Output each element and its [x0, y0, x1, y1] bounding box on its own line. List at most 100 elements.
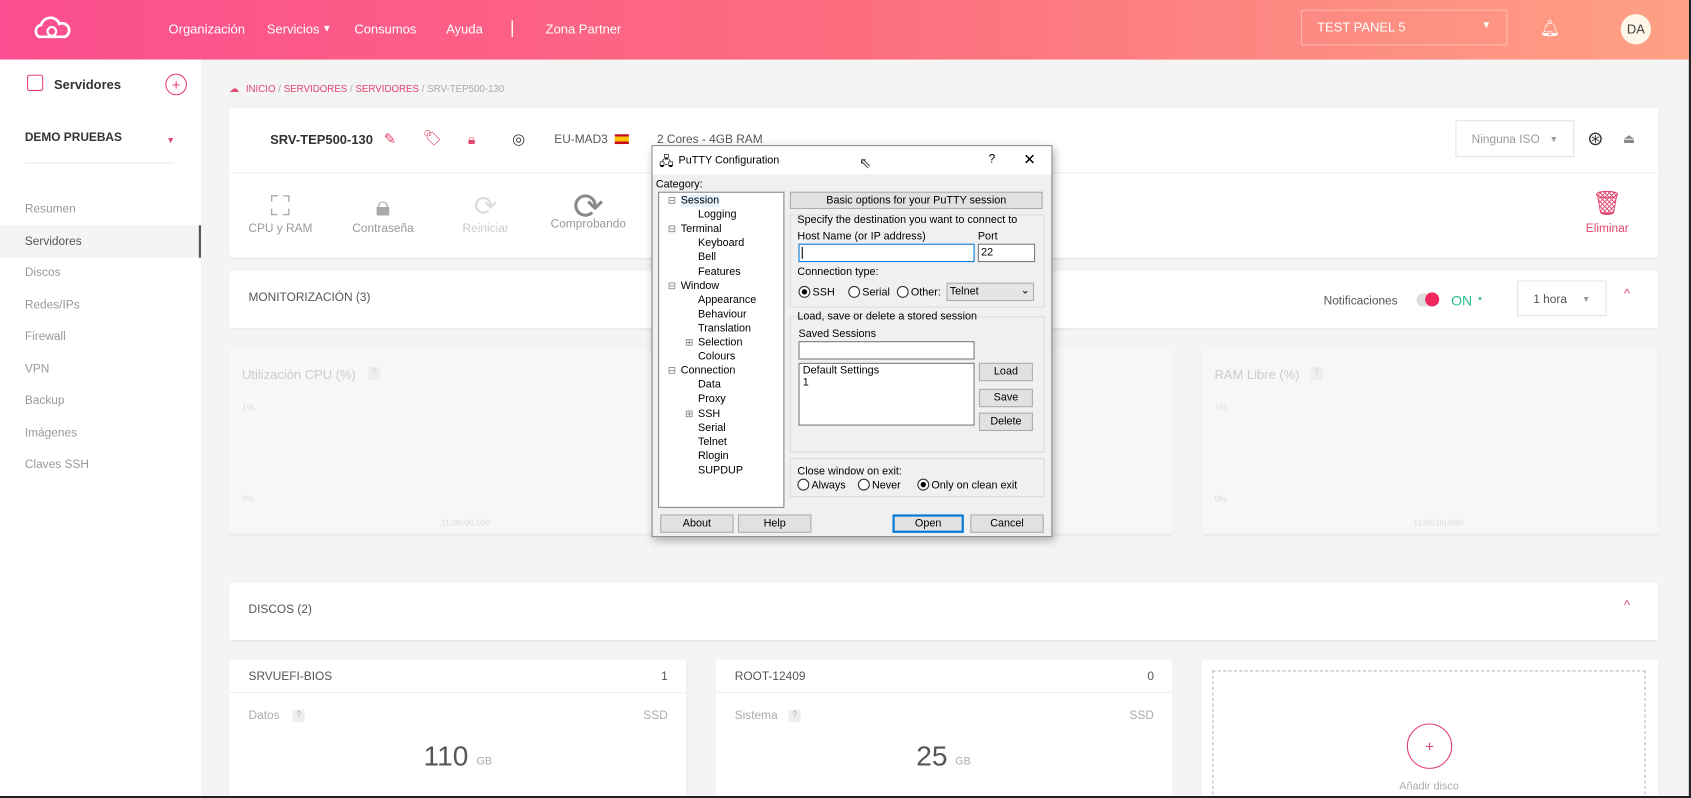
tree-item[interactable]: Connection [681, 365, 736, 377]
radio-clean-exit[interactable]: Only on clean exit [917, 478, 1017, 492]
tree-item[interactable]: Logging [698, 209, 736, 221]
radio-serial[interactable]: Serial [848, 285, 890, 299]
close-icon[interactable]: ✕ [1023, 151, 1036, 169]
tree-item[interactable]: SSH [698, 408, 720, 420]
edit-icon[interactable]: ✎ [384, 130, 397, 148]
tree-item[interactable]: Terminal [681, 223, 722, 235]
protocol-select[interactable]: Telnet ⌄ [946, 282, 1035, 302]
delete-button[interactable]: Delete [978, 412, 1033, 432]
sidebar-item-servidores[interactable]: Servidores [25, 235, 82, 248]
tree-item[interactable]: Telnet [698, 436, 727, 448]
tree-item[interactable]: Window [681, 280, 719, 292]
tree-item[interactable]: Session [680, 194, 720, 207]
help-icon[interactable]: ? [1310, 367, 1323, 381]
sidebar-item-imagenes[interactable]: Imágenes [25, 427, 77, 440]
nav-organizacion[interactable]: Organización [169, 22, 245, 37]
session-item[interactable]: 1 [803, 377, 970, 389]
sessions-group-label: Load, save or delete a stored session [797, 310, 978, 323]
sidebar-item-discos[interactable]: Discos [25, 266, 61, 279]
help-icon[interactable]: ? [788, 709, 801, 723]
tree-item[interactable]: Colours [698, 351, 735, 363]
chevron-down-icon: ▼ [1481, 19, 1492, 31]
cloud-logo-icon[interactable] [30, 15, 73, 41]
password-button[interactable]: 🔒︎ Contraseña [332, 190, 435, 235]
radio-other[interactable]: Other: [896, 285, 941, 299]
add-disk-icon[interactable]: + [1406, 723, 1453, 769]
session-item[interactable]: Default Settings [803, 365, 970, 377]
breadcrumb-servidores-2[interactable]: SERVIDORES [355, 83, 419, 94]
putty-titlebar[interactable]: 🖧 PuTTY Configuration ? ✕ [652, 146, 1052, 175]
saved-session-input[interactable] [798, 341, 975, 360]
nav-zona-partner[interactable]: Zona Partner [546, 22, 622, 37]
port-input[interactable]: 22 [977, 243, 1036, 263]
delete-button[interactable]: 🗑︎ Eliminar [1556, 190, 1659, 235]
sidebar-item-firewall[interactable]: Firewall [25, 330, 66, 343]
nav-consumos[interactable]: Consumos [354, 22, 416, 37]
tag-icon[interactable]: 🏷︎ [422, 129, 441, 147]
lock-icon[interactable]: 🔒︎ [468, 131, 475, 148]
radio-always[interactable]: Always [797, 478, 846, 492]
tree-item[interactable]: Translation [698, 323, 751, 335]
restart-button[interactable]: ⟳ Reiniciar [434, 190, 537, 235]
breadcrumb-servidores[interactable]: SERVIDORES [284, 83, 348, 94]
tool-label: Reiniciar [462, 222, 509, 236]
tree-item[interactable]: Features [698, 266, 741, 278]
collapse-node-icon[interactable]: ⊟ [668, 365, 676, 377]
tree-item[interactable]: Appearance [698, 294, 756, 306]
collapse-node-icon[interactable]: ⊟ [668, 280, 676, 292]
host-input[interactable] [798, 243, 975, 263]
chart-title: RAM Libre (%) [1214, 367, 1300, 383]
panel-selector[interactable]: TEST PANEL 5 ▼ [1300, 9, 1508, 46]
tree-item[interactable]: Selection [698, 337, 742, 349]
about-button[interactable]: About [660, 514, 734, 533]
iso-select[interactable]: Ninguna ISO ▼ [1455, 120, 1575, 158]
expand-node-icon[interactable]: ⊞ [685, 408, 693, 420]
tree-item[interactable]: Keyboard [698, 237, 744, 249]
checking-button[interactable]: ⟳ Comprobando [537, 186, 640, 230]
tree-item[interactable]: Serial [698, 422, 726, 434]
tree-item[interactable]: Behaviour [698, 308, 747, 320]
sidebar-item-claves-ssh[interactable]: Claves SSH [25, 458, 89, 471]
help-button[interactable]: Help [737, 514, 812, 533]
collapse-chevron-icon[interactable]: ^ [1624, 598, 1630, 613]
help-icon[interactable]: ? [292, 709, 305, 723]
add-disk-card[interactable]: + Añadir disco [1201, 659, 1659, 797]
tree-item[interactable]: SUPDUP [698, 464, 743, 476]
collapse-node-icon[interactable]: ⊟ [668, 223, 676, 235]
tree-item[interactable]: Proxy [698, 394, 726, 406]
tree-item[interactable]: Data [698, 379, 721, 391]
ubuntu-icon: ◎ [512, 129, 526, 148]
sessions-list[interactable]: Default Settings 1 [798, 362, 975, 426]
expand-node-icon[interactable]: ⊞ [685, 337, 693, 349]
cancel-button[interactable]: Cancel [970, 514, 1044, 533]
sidebar-item-redes[interactable]: Redes/IPs [25, 299, 80, 312]
range-select[interactable]: 1 hora ▼ [1517, 280, 1607, 317]
nav-ayuda[interactable]: Ayuda [446, 22, 483, 37]
lifebuoy-icon[interactable]: ⊛ [1587, 128, 1603, 151]
tree-item[interactable]: Rlogin [698, 450, 729, 462]
collapse-chevron-icon[interactable]: ^ [1624, 286, 1630, 301]
open-button[interactable]: Open [892, 514, 964, 533]
help-icon[interactable]: ? [368, 367, 381, 381]
add-server-button[interactable]: + [165, 73, 187, 96]
collapse-icon[interactable]: ⏏ [1623, 131, 1635, 146]
breadcrumb-inicio[interactable]: INICIO [246, 83, 276, 94]
notifications-toggle[interactable] [1416, 292, 1440, 307]
help-button[interactable]: ? [989, 153, 996, 166]
radio-ssh[interactable]: SSH [798, 285, 835, 299]
button-label: About [682, 517, 712, 530]
nav-servicios[interactable]: Servicios [267, 22, 320, 37]
collapse-node-icon[interactable]: ⊟ [668, 195, 676, 207]
cpu-ram-button[interactable]: ⛶ CPU y RAM [229, 190, 332, 235]
sidebar-item-resumen[interactable]: Resumen [25, 203, 76, 216]
tree-item[interactable]: Bell [698, 252, 716, 264]
sidebar-item-backup[interactable]: Backup [25, 394, 65, 407]
project-selector[interactable]: DEMO PRUEBAS [25, 131, 122, 144]
save-button[interactable]: Save [978, 388, 1033, 408]
radio-never[interactable]: Never [857, 478, 901, 492]
sidebar-item-vpn[interactable]: VPN [25, 363, 49, 376]
load-button[interactable]: Load [978, 362, 1033, 382]
tree-item-label: Logging [698, 209, 737, 222]
bell-icon[interactable]: 🔔︎ [1540, 18, 1561, 37]
avatar[interactable]: DA [1620, 14, 1652, 45]
